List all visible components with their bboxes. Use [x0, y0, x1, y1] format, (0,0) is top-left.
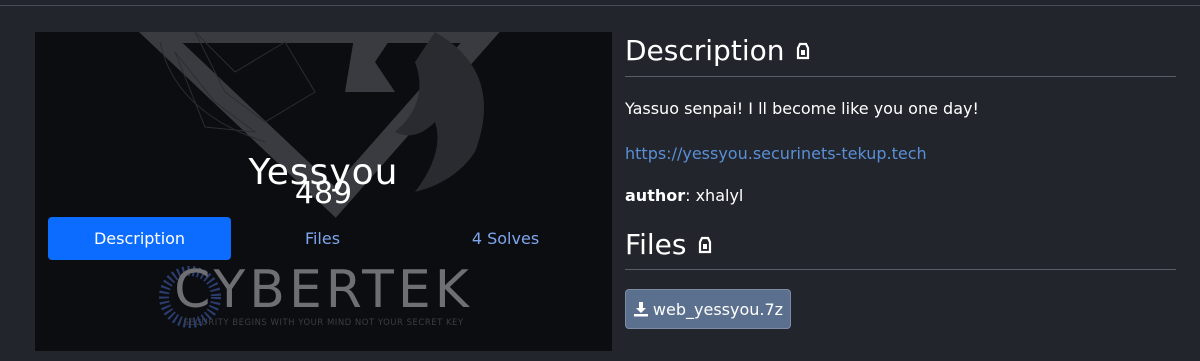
files-divider: [625, 269, 1176, 270]
description-divider: [625, 76, 1176, 77]
download-icon: [633, 302, 648, 317]
brand-tagline: SECURITY BEGINS WITH YOUR MIND NOT YOUR …: [183, 318, 464, 328]
description-text: Yassuo senpai! I ll become like you one …: [625, 99, 979, 118]
challenge-points: 489: [294, 176, 353, 211]
top-divider: [0, 5, 1200, 6]
anchor-tag-icon[interactable]: [698, 236, 712, 254]
files-title: Files: [625, 228, 687, 261]
files-heading: Files: [625, 228, 712, 261]
anchor-tag-icon[interactable]: [796, 42, 810, 60]
brand-logo-text: CYBERTEK: [174, 260, 473, 320]
description-title: Description: [625, 34, 785, 67]
author-line: author: xhalyl: [625, 186, 743, 205]
tab-description[interactable]: Description: [48, 217, 231, 260]
challenge-card: Yessyou 489 CYBERTEK SECURITY BEGINS WIT…: [35, 32, 612, 351]
file-download-button[interactable]: web_yessyou.7z: [625, 289, 791, 329]
tab-solves[interactable]: 4 Solves: [414, 217, 597, 260]
tab-files[interactable]: Files: [231, 217, 414, 260]
author-value: : xhalyl: [685, 186, 744, 205]
author-label: author: [625, 186, 686, 205]
challenge-url-link[interactable]: https://yessyou.securinets-tekup.tech: [625, 144, 927, 163]
description-heading: Description: [625, 34, 810, 67]
file-name: web_yessyou.7z: [652, 299, 784, 319]
